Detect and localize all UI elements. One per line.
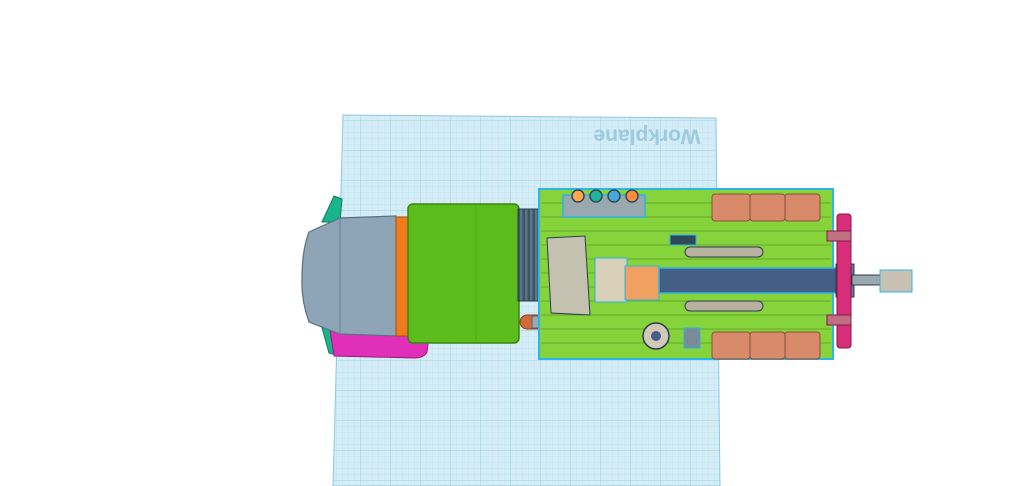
gauge-icon xyxy=(589,189,603,203)
workplane-label: Workplane xyxy=(594,124,701,147)
radiator[interactable] xyxy=(517,208,541,302)
crane-boom[interactable] xyxy=(658,267,852,294)
crane-mount[interactable] xyxy=(546,235,591,316)
3d-viewport[interactable]: Workplane xyxy=(0,0,1024,486)
cab-hood[interactable] xyxy=(301,215,399,337)
hook-assembly[interactable] xyxy=(851,269,913,293)
cab-divider[interactable] xyxy=(395,216,409,337)
gauge-icon xyxy=(625,189,639,203)
gear-icon xyxy=(642,322,670,350)
cab-body[interactable] xyxy=(407,203,520,344)
gauge-icon xyxy=(607,189,621,203)
gauge-icon xyxy=(571,189,585,203)
